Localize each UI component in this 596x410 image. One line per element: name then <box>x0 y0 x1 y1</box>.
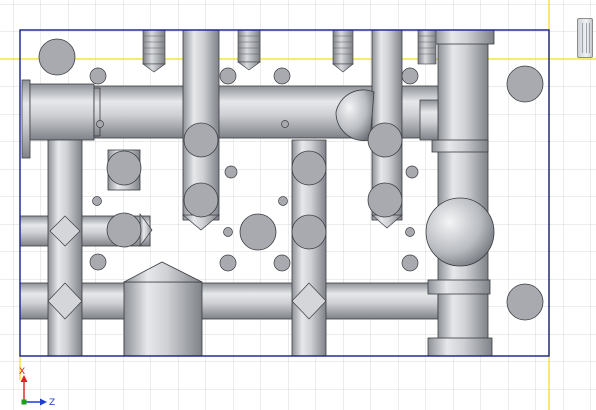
dome-block[interactable] <box>123 261 203 357</box>
cad-viewport[interactable]: X Z <box>0 0 596 410</box>
large-sphere[interactable] <box>425 197 495 267</box>
graphics-window[interactable]: X Z <box>0 0 596 410</box>
z-axis-label: Z <box>49 398 55 408</box>
view-cube-icon[interactable] <box>577 18 593 58</box>
origin-marker <box>21 399 27 405</box>
left-vertical-pipe[interactable] <box>47 139 83 357</box>
lower-horizontal-pipe[interactable] <box>19 282 439 320</box>
x-axis-label: X <box>19 367 25 377</box>
